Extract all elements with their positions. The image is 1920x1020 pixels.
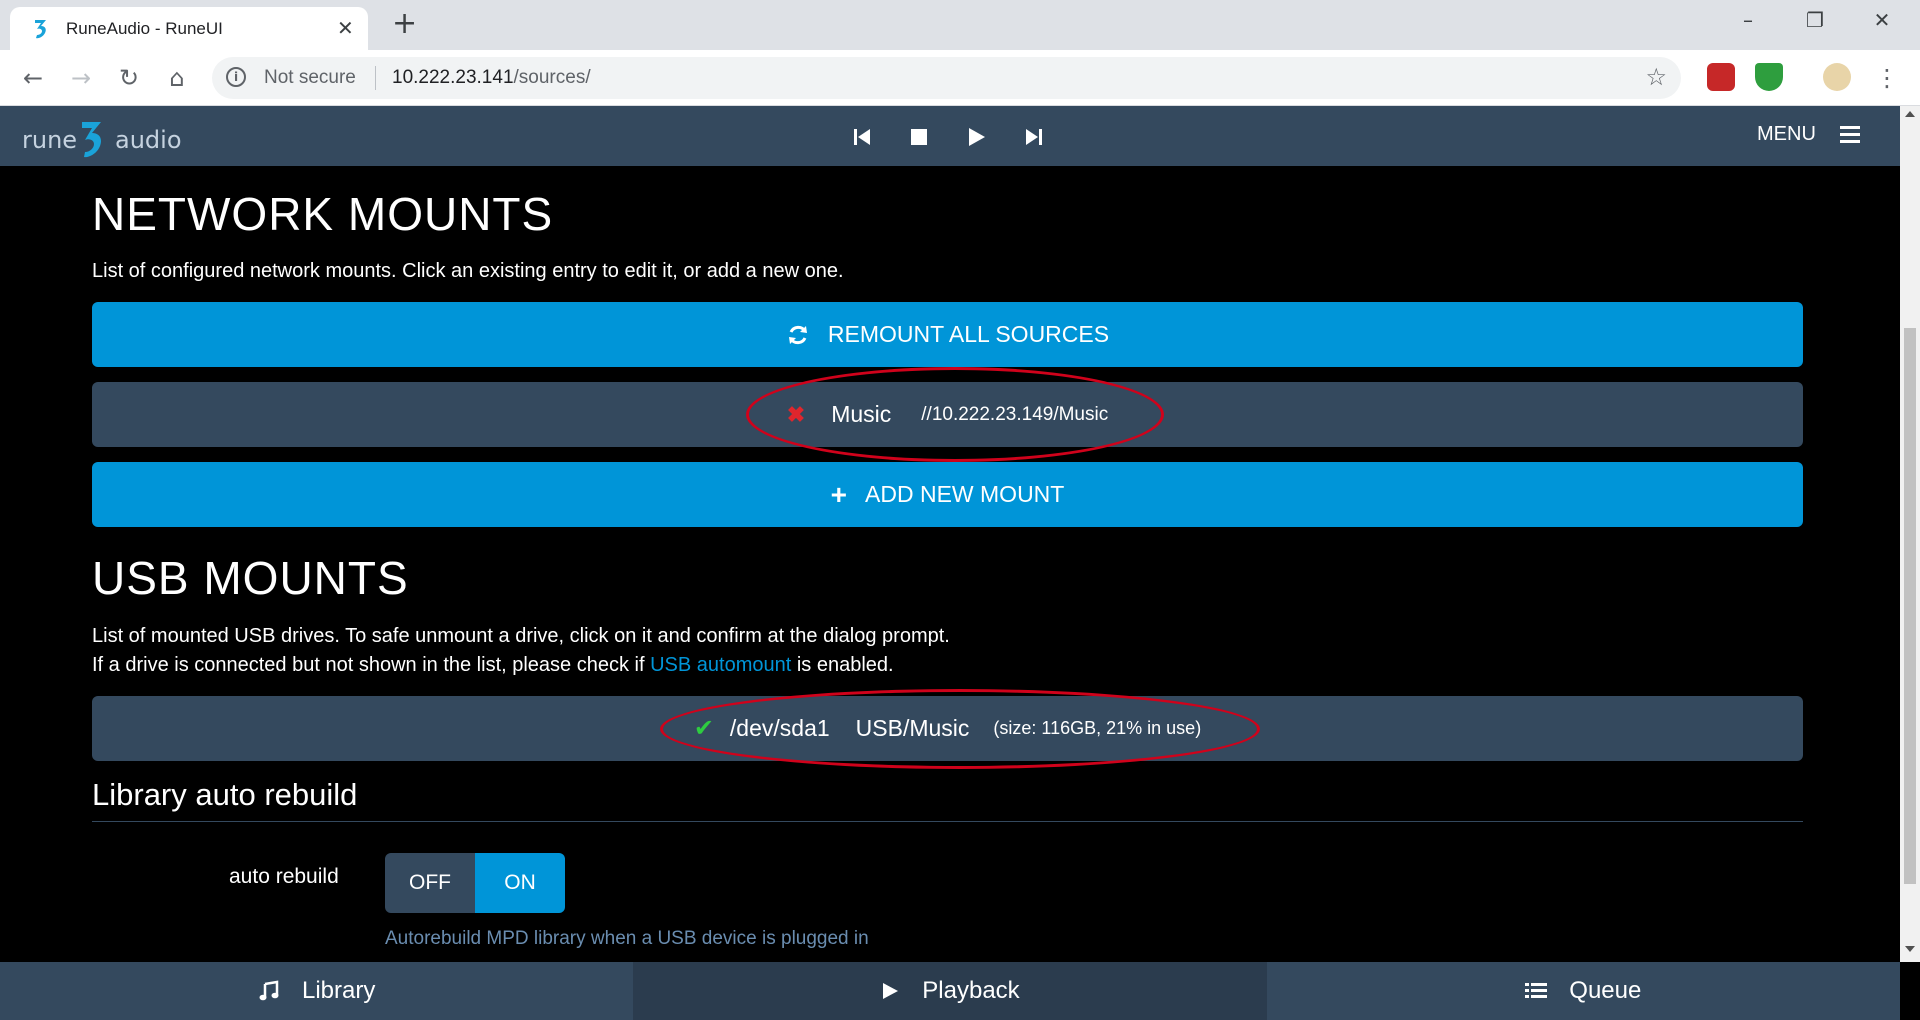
add-new-mount-label: ADD NEW MOUNT <box>865 481 1065 507</box>
home-icon[interactable]: ⌂ <box>160 61 194 95</box>
auto-rebuild-help: Autorebuild MPD library when a USB devic… <box>385 928 869 949</box>
reload-icon[interactable]: ↻ <box>112 61 146 95</box>
network-mounts-description: List of configured network mounts. Click… <box>92 260 844 282</box>
nav-library[interactable]: Library <box>0 962 633 1020</box>
forward-icon[interactable]: → <box>64 61 98 95</box>
plus-icon: + <box>830 478 848 510</box>
stop-icon[interactable] <box>904 122 934 152</box>
usb-mount-name: USB/Music <box>855 715 970 741</box>
usb-mount-details: (size: 116GB, 21% in use) <box>993 718 1202 738</box>
usb-mounts-description-1: List of mounted USB drives. To safe unmo… <box>92 625 950 647</box>
bottom-nav: Library Playback Queue <box>0 962 1900 1020</box>
auto-rebuild-toggle[interactable]: OFF ON <box>385 853 565 913</box>
address-bar[interactable]: i Not secure 10.222.23.141/sources/ ☆ <box>212 57 1681 99</box>
nav-playback-label: Playback <box>922 977 1020 1004</box>
new-tab-button[interactable]: + <box>392 7 417 41</box>
usb-mounts-description-2: If a drive is connected but not shown in… <box>92 650 894 680</box>
url-text[interactable]: 10.222.23.141/sources/ <box>392 67 591 89</box>
toggle-on-option[interactable]: ON <box>475 853 565 913</box>
extension-red-icon[interactable] <box>1707 63 1735 91</box>
url-path: /sources/ <box>513 67 591 88</box>
bookmark-star-icon[interactable]: ☆ <box>1645 63 1667 91</box>
logo-audio-text: audio <box>115 126 182 154</box>
back-icon[interactable]: ← <box>16 61 50 95</box>
previous-track-icon[interactable] <box>848 122 878 152</box>
network-mount-row[interactable]: ✖ Music //10.222.23.149/Music <box>92 382 1803 447</box>
url-host: 10.222.23.141 <box>392 67 514 88</box>
not-secure-label: Not secure <box>264 67 356 88</box>
network-mounts-title: NETWORK MOUNTS <box>92 188 554 240</box>
browser-tab[interactable]: RuneAudio - RuneUI ✕ <box>10 7 368 50</box>
usb-automount-link[interactable]: USB automount <box>650 654 791 676</box>
refresh-icon <box>788 325 807 344</box>
extension-shield-icon[interactable] <box>1755 63 1783 91</box>
mounted-check-icon: ✔ <box>693 715 714 742</box>
unmounted-x-icon: ✖ <box>786 401 806 427</box>
add-new-mount-button[interactable]: + ADD NEW MOUNT <box>92 462 1803 527</box>
remount-all-label: REMOUNT ALL SOURCES <box>827 321 1110 347</box>
auto-rebuild-label: auto rebuild <box>229 865 339 888</box>
minimize-icon[interactable]: – <box>1733 8 1763 32</box>
tab-title: RuneAudio - RuneUI <box>66 19 223 38</box>
list-icon <box>1525 983 1548 998</box>
usb-mount-row[interactable]: ✔ /dev/sda1 USB/Music (size: 116GB, 21% … <box>92 696 1803 761</box>
nav-queue[interactable]: Queue <box>1267 962 1900 1020</box>
play-icon[interactable] <box>961 122 991 152</box>
remount-all-button[interactable]: REMOUNT ALL SOURCES <box>92 302 1803 367</box>
next-track-icon[interactable] <box>1018 122 1048 152</box>
play-icon <box>883 983 899 999</box>
browser-menu-icon[interactable]: ⋮ <box>1870 61 1904 95</box>
scroll-up-arrow-icon[interactable] <box>1905 111 1915 117</box>
browser-toolbar: ← → ↻ ⌂ i Not secure 10.222.23.141/sourc… <box>0 50 1920 106</box>
menu-button[interactable]: MENU <box>1757 123 1816 146</box>
network-mount-path: //10.222.23.149/Music <box>921 403 1109 425</box>
section-divider <box>92 821 1803 822</box>
restore-icon[interactable]: ❐ <box>1800 8 1830 32</box>
window-close-icon[interactable]: ✕ <box>1867 8 1897 32</box>
usb-mounts-title: USB MOUNTS <box>92 552 409 604</box>
usb-desc-suffix: is enabled. <box>791 654 894 676</box>
logo-rune-text: rune <box>22 126 78 154</box>
logo-mark-icon <box>82 122 102 158</box>
nav-library-label: Library <box>301 977 376 1004</box>
tab-close-icon[interactable]: ✕ <box>337 16 354 40</box>
toggle-off-option[interactable]: OFF <box>385 853 475 913</box>
profile-avatar[interactable] <box>1823 63 1851 91</box>
library-auto-rebuild-title: Library auto rebuild <box>92 777 358 812</box>
omnibox-divider <box>375 66 376 90</box>
nav-queue-label: Queue <box>1569 977 1642 1004</box>
page-scrollbar-thumb[interactable] <box>1904 328 1916 884</box>
runeaudio-favicon-icon <box>35 20 46 39</box>
usb-desc-prefix: If a drive is connected but not shown in… <box>92 654 651 676</box>
nav-playback[interactable]: Playback <box>633 962 1267 1020</box>
app-header: rune audio MENU <box>0 106 1900 166</box>
site-info-icon[interactable]: i <box>226 67 246 87</box>
music-note-icon <box>259 980 279 1001</box>
browser-tabstrip: RuneAudio - RuneUI ✕ + – ❐ ✕ <box>0 0 1920 50</box>
scroll-down-arrow-icon[interactable] <box>1905 946 1915 952</box>
network-mount-name: Music <box>831 401 892 427</box>
usb-device: /dev/sda1 <box>729 715 830 741</box>
sources-page: NETWORK MOUNTS List of configured networ… <box>0 166 1900 962</box>
hamburger-icon[interactable] <box>1840 126 1860 144</box>
